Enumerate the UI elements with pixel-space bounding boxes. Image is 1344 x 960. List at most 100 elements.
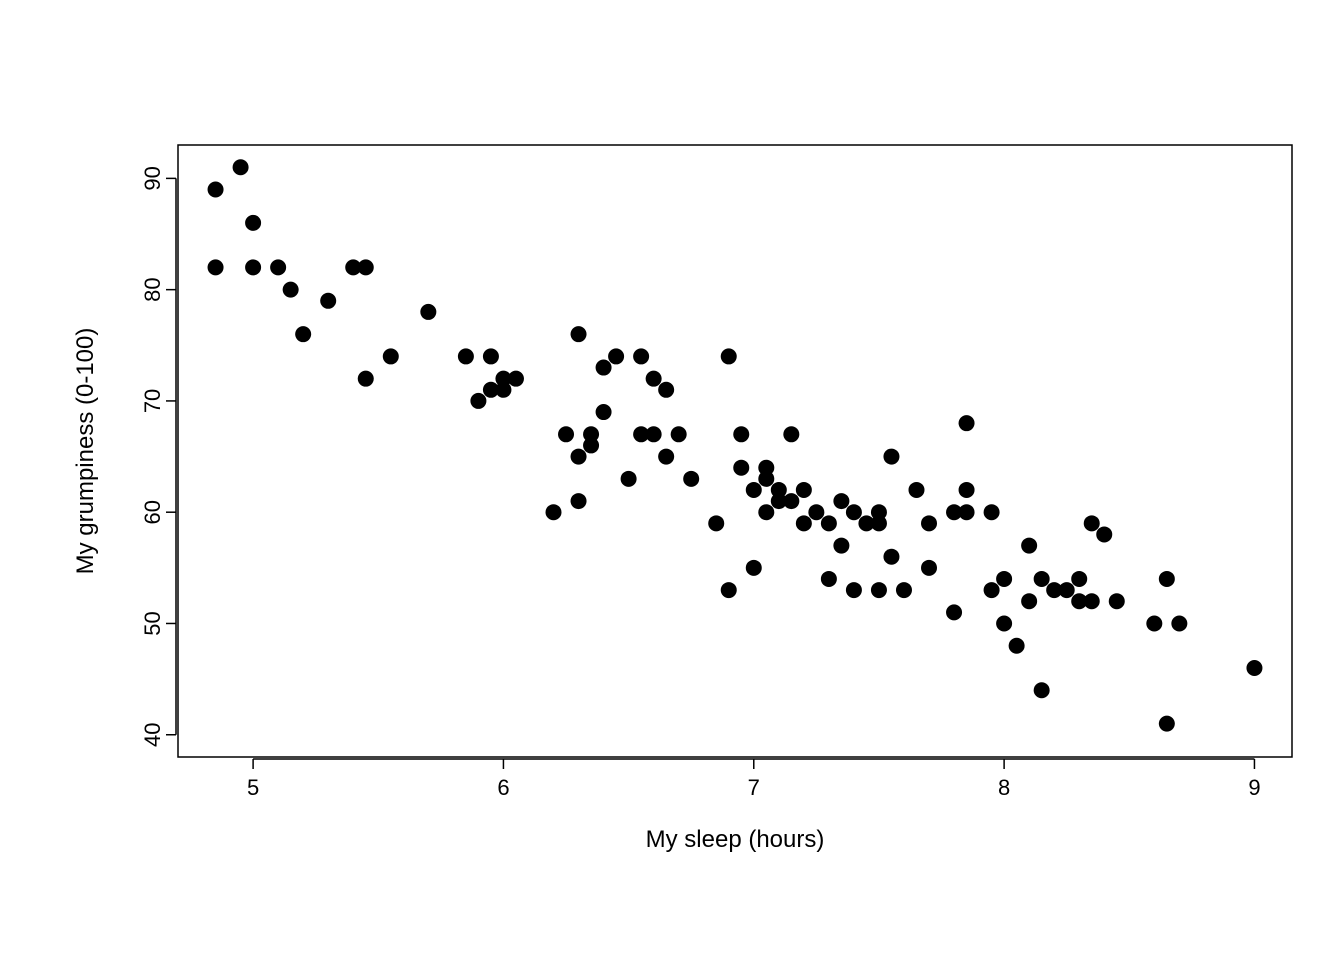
data-point: [984, 582, 1000, 598]
data-point: [608, 348, 624, 364]
data-point: [633, 348, 649, 364]
y-tick-label: 40: [140, 723, 165, 747]
data-point: [596, 404, 612, 420]
data-point: [483, 348, 499, 364]
data-point: [233, 159, 249, 175]
data-point: [546, 504, 562, 520]
y-tick-label: 70: [140, 389, 165, 413]
data-point: [1159, 571, 1175, 587]
data-point: [746, 560, 762, 576]
data-point: [621, 471, 637, 487]
data-point: [1084, 515, 1100, 531]
plot-frame: [178, 145, 1292, 757]
data-point: [1021, 538, 1037, 554]
data-point: [746, 482, 762, 498]
data-point: [283, 282, 299, 298]
data-point: [470, 393, 486, 409]
data-point: [959, 415, 975, 431]
data-point: [733, 426, 749, 442]
data-point: [921, 515, 937, 531]
data-point: [245, 215, 261, 231]
data-point: [495, 382, 511, 398]
data-point: [658, 382, 674, 398]
data-point: [1034, 682, 1050, 698]
data-point: [508, 371, 524, 387]
data-point: [571, 326, 587, 342]
data-point: [646, 371, 662, 387]
data-point: [683, 471, 699, 487]
data-point: [783, 426, 799, 442]
y-axis-label: My grumpiness (0-100): [72, 328, 99, 575]
data-point: [596, 360, 612, 376]
data-point: [558, 426, 574, 442]
data-point: [1096, 526, 1112, 542]
x-axis-label: My sleep (hours): [646, 826, 825, 853]
data-point: [883, 549, 899, 565]
data-point: [358, 259, 374, 275]
y-tick-label: 50: [140, 611, 165, 635]
data-point: [921, 560, 937, 576]
scatter-chart: 56789 405060708090 My sleep (hours) My g…: [0, 0, 1344, 960]
data-point: [821, 515, 837, 531]
data-point: [1034, 571, 1050, 587]
data-point: [846, 504, 862, 520]
data-point: [1246, 660, 1262, 676]
x-tick-label: 5: [247, 775, 259, 800]
data-point: [758, 460, 774, 476]
data-point: [959, 504, 975, 520]
data-point: [208, 259, 224, 275]
data-point: [846, 582, 862, 598]
data-point: [420, 304, 436, 320]
data-point: [959, 482, 975, 498]
data-point: [871, 582, 887, 598]
data-point: [896, 582, 912, 598]
data-point: [771, 482, 787, 498]
data-point: [571, 449, 587, 465]
x-tick-label: 8: [998, 775, 1010, 800]
data-point: [808, 504, 824, 520]
data-point: [783, 493, 799, 509]
data-point: [984, 504, 1000, 520]
data-point: [721, 582, 737, 598]
data-point: [583, 437, 599, 453]
data-point: [796, 515, 812, 531]
data-point: [1009, 638, 1025, 654]
y-tick-label: 80: [140, 277, 165, 301]
data-point: [245, 259, 261, 275]
x-tick-label: 9: [1248, 775, 1260, 800]
data-point: [671, 426, 687, 442]
data-point: [1146, 615, 1162, 631]
data-point: [871, 515, 887, 531]
data-point: [295, 326, 311, 342]
data-point: [358, 371, 374, 387]
data-point: [571, 493, 587, 509]
data-point: [996, 571, 1012, 587]
x-tick-label: 7: [748, 775, 760, 800]
data-point: [1059, 582, 1075, 598]
data-point: [733, 460, 749, 476]
data-point: [708, 515, 724, 531]
data-point: [1021, 593, 1037, 609]
data-point: [758, 504, 774, 520]
y-ticks-group: 40 50 60 70 80 90: [140, 166, 176, 747]
data-point: [1071, 571, 1087, 587]
data-point: [796, 482, 812, 498]
data-point: [383, 348, 399, 364]
data-point: [996, 615, 1012, 631]
data-point: [658, 449, 674, 465]
data-point: [320, 293, 336, 309]
data-point: [833, 538, 849, 554]
data-point: [1159, 716, 1175, 732]
data-point: [458, 348, 474, 364]
data-points-group: [208, 159, 1263, 731]
x-ticks-group: 56789: [247, 759, 1261, 800]
data-point: [946, 604, 962, 620]
data-point: [908, 482, 924, 498]
y-tick-label: 90: [140, 166, 165, 190]
data-point: [1084, 593, 1100, 609]
data-point: [883, 449, 899, 465]
y-tick-label: 60: [140, 500, 165, 524]
data-point: [208, 182, 224, 198]
data-point: [1171, 615, 1187, 631]
data-point: [721, 348, 737, 364]
